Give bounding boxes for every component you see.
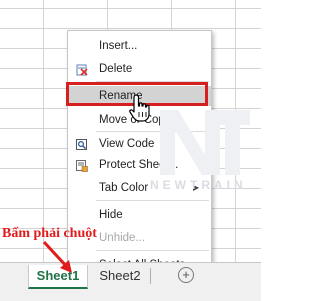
protect-sheet-icon <box>76 159 88 172</box>
menu-item-insert[interactable]: Insert... <box>68 36 211 56</box>
watermark-logo <box>160 110 250 175</box>
delete-sheet-icon <box>76 63 88 76</box>
annotation-arrow-icon <box>42 240 72 273</box>
tab-sheet2[interactable]: Sheet2 <box>90 265 150 287</box>
view-code-icon <box>76 138 88 150</box>
add-sheet-button[interactable]: + <box>178 267 194 283</box>
watermark-text: NEWTRAIN <box>150 178 247 192</box>
menu-item-delete[interactable]: Delete <box>68 59 211 79</box>
tab-divider <box>150 268 151 284</box>
hand-cursor-icon <box>129 94 150 122</box>
